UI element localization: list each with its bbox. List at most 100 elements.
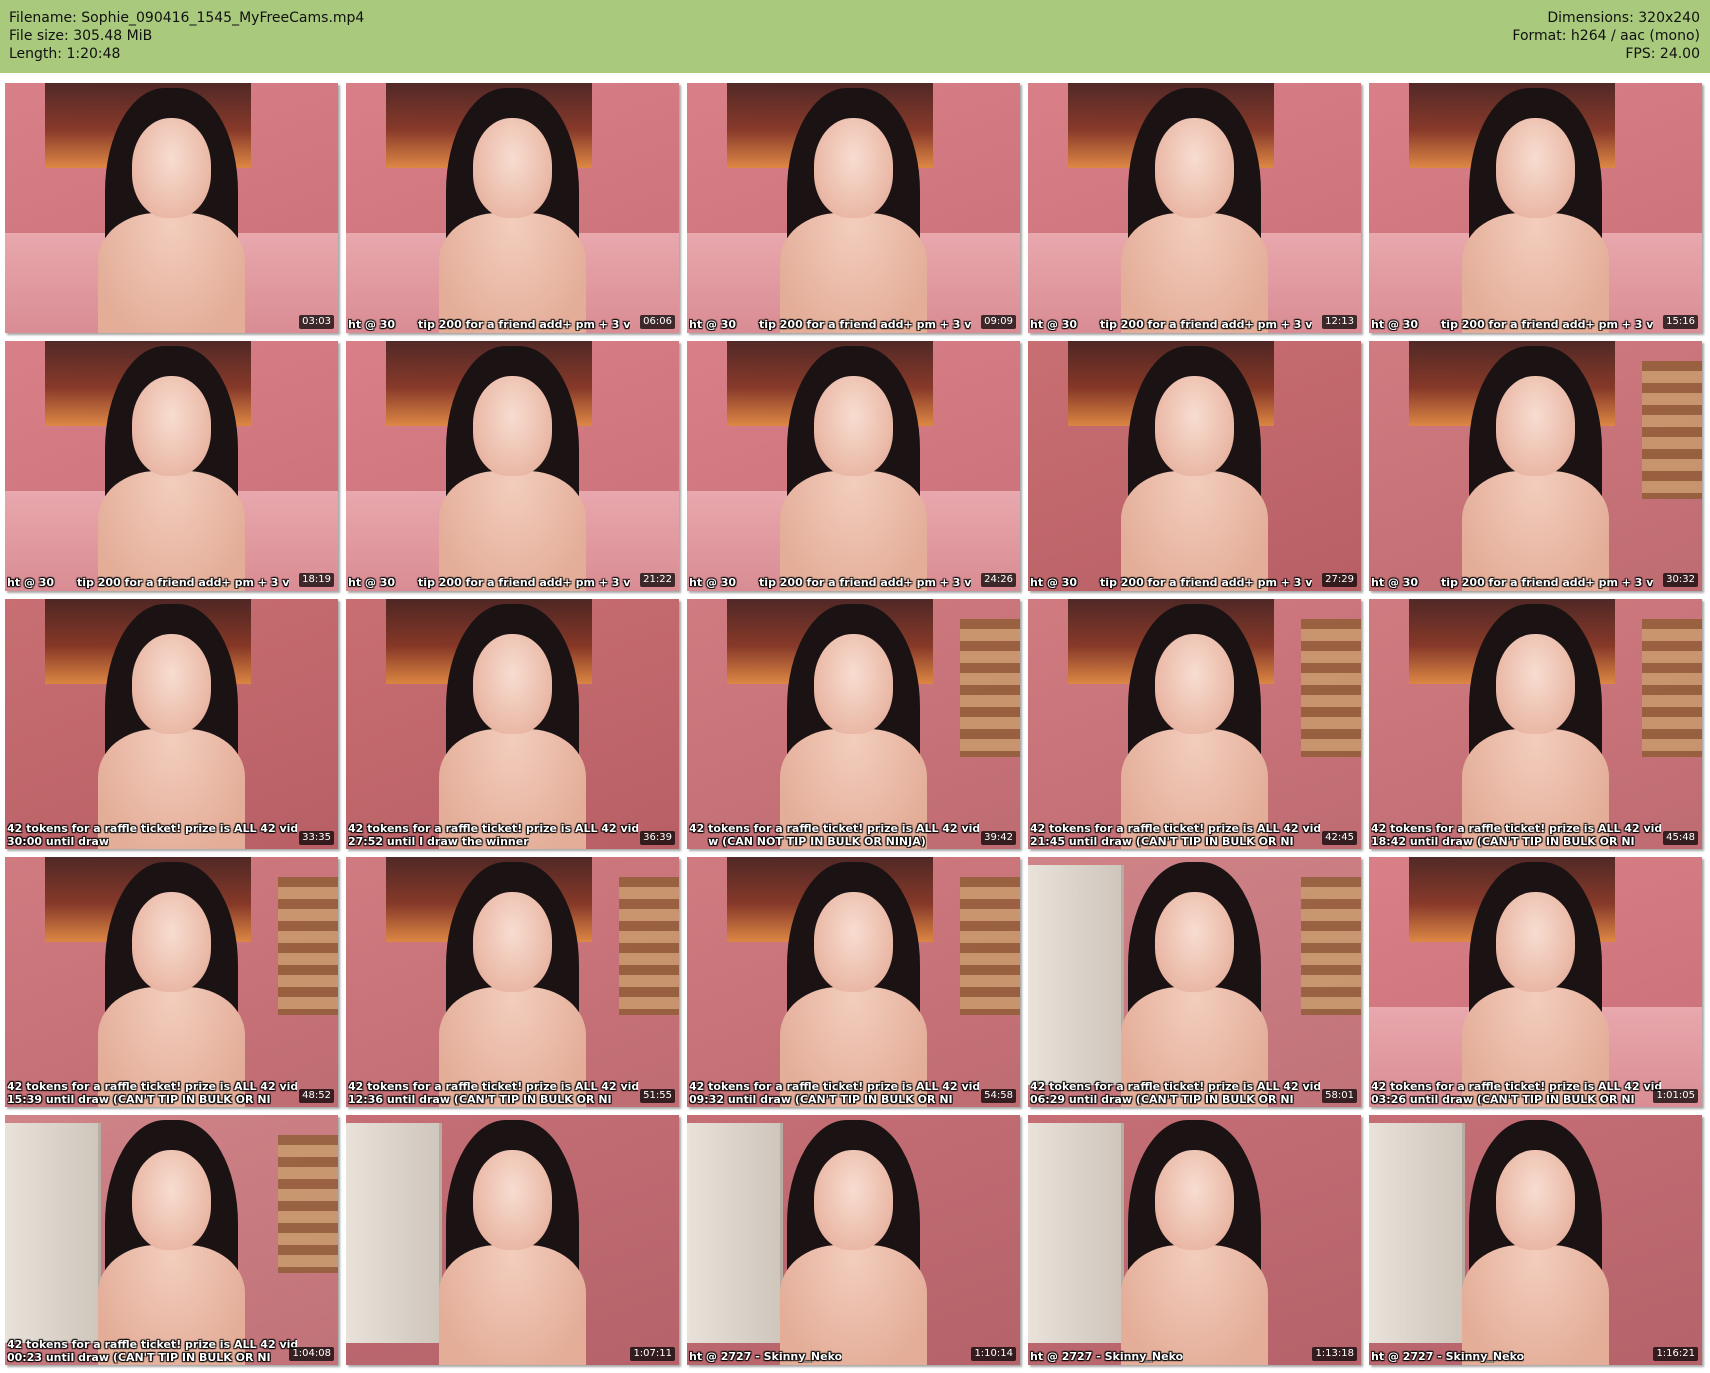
overlay-text: 42 tokens for a raffle ticket! prize is … [689,822,979,835]
person-face [1495,1150,1576,1250]
video-thumbnail[interactable]: 42 tokens for a raffle ticket! prize is … [1369,857,1702,1107]
bookshelf [278,877,338,1015]
overlay-text: ht @ 30 tip 200 for a friend add+ pm + 3… [1371,576,1654,589]
filesize-label: File size: 305.48 MiB [9,28,153,44]
thumbnail-image [346,341,679,591]
timestamp-badge: 33:35 [299,831,334,845]
video-thumbnail[interactable]: ht @ 30 tip 200 for a friend add+ pm + 3… [346,83,679,333]
person-body [780,1245,927,1365]
video-thumbnail[interactable]: ht @ 30 tip 200 for a friend add+ pm + 3… [1369,341,1702,591]
timestamp-badge: 18:19 [299,573,334,587]
video-thumbnail[interactable]: ht @ 2727 - Skinny_Neko 1:16:21 [1369,1115,1702,1365]
door [1369,1122,1466,1343]
video-thumbnail[interactable]: 42 tokens for a raffle ticket! prize is … [346,599,679,849]
overlay-countdown: 15:39 until draw (CAN'T TIP IN BULK OR N… [7,1093,271,1106]
bookshelf [960,619,1020,757]
video-thumbnail[interactable]: 42 tokens for a raffle ticket! prize is … [5,1115,338,1365]
timestamp-badge: 1:04:08 [289,1347,334,1361]
video-thumbnail[interactable]: 42 tokens for a raffle ticket! prize is … [1028,599,1361,849]
overlay-countdown: 06:29 until draw (CAN'T TIP IN BULK OR N… [1030,1093,1294,1106]
video-thumbnail[interactable]: ht @ 2727 - Skinny_Neko 1:13:18 [1028,1115,1361,1365]
overlay-text: 42 tokens for a raffle ticket! prize is … [7,1338,297,1351]
door [5,1122,102,1343]
thumbnail-image [1369,341,1702,591]
overlay-text: ht @ 30 tip 200 for a friend add+ pm + 3… [1371,318,1654,331]
person-face [1495,892,1576,992]
person-face [1154,892,1235,992]
person-face [472,118,553,218]
overlay-countdown: 09:32 until draw (CAN'T TIP IN BULK OR N… [689,1093,953,1106]
timestamp-badge: 12:13 [1322,315,1357,329]
person-face [131,1150,212,1250]
timestamp-badge: 06:06 [640,315,675,329]
bookshelf [278,1135,338,1273]
thumbnail-grid: 03:03 ht @ 30 tip 200 for a friend add+ p… [5,83,1702,1365]
info-header: Filename: Sophie_090416_1545_MyFreeCams.… [0,0,1710,73]
video-thumbnail[interactable]: ht @ 30 tip 200 for a friend add+ pm + 3… [1369,83,1702,333]
video-thumbnail[interactable]: ht @ 30 tip 200 for a friend add+ pm + 3… [1028,341,1361,591]
timestamp-badge: 1:10:14 [971,1347,1016,1361]
overlay-text: ht @ 2727 - Skinny_Neko [1030,1350,1184,1363]
thumbnail-image [5,1115,338,1365]
timestamp-badge: 54:58 [981,1089,1016,1103]
thumbnail-image [346,599,679,849]
timestamp-badge: 45:48 [1663,831,1698,845]
video-thumbnail[interactable]: 42 tokens for a raffle ticket! prize is … [687,857,1020,1107]
person-face [131,118,212,218]
person-body [439,1245,586,1365]
thumbnail-image [1369,857,1702,1107]
timestamp-badge: 27:29 [1322,573,1357,587]
person-body [1121,213,1268,333]
timestamp-badge: 1:13:18 [1312,1347,1357,1361]
person-body [780,213,927,333]
bookshelf [1642,361,1702,499]
door [1028,1122,1125,1343]
format-info: Dimensions: 320x240 Format: h264 / aac (… [1512,9,1700,63]
person-face [472,376,553,476]
video-thumbnail[interactable]: ht @ 30 tip 200 for a friend add+ pm + 3… [687,341,1020,591]
thumbnail-image [346,83,679,333]
thumbnail-image [1369,1115,1702,1365]
fps-label: FPS: 24.00 [1625,46,1700,62]
overlay-text: 42 tokens for a raffle ticket! prize is … [7,822,297,835]
video-thumbnail[interactable]: ht @ 30 tip 200 for a friend add+ pm + 3… [346,341,679,591]
overlay-text: 42 tokens for a raffle ticket! prize is … [1371,822,1661,835]
overlay-text: ht @ 30 tip 200 for a friend add+ pm + 3… [1030,576,1313,589]
bookshelf [1642,619,1702,757]
video-thumbnail[interactable]: 42 tokens for a raffle ticket! prize is … [687,599,1020,849]
thumbnail-image [687,599,1020,849]
thumbnail-image [1028,83,1361,333]
person-face [131,892,212,992]
thumbnail-image [1028,857,1361,1107]
video-thumbnail[interactable]: 42 tokens for a raffle ticket! prize is … [346,857,679,1107]
thumbnail-image [346,1115,679,1365]
timestamp-badge: 21:22 [640,573,675,587]
overlay-text: ht @ 30 tip 200 for a friend add+ pm + 3… [1030,318,1313,331]
overlay-countdown: w (CAN NOT TIP IN BULK OR NINJA) [689,835,926,848]
timestamp-badge: 1:16:21 [1653,1347,1698,1361]
video-thumbnail[interactable]: 03:03 [5,83,338,333]
person-face [131,376,212,476]
video-thumbnail[interactable]: 42 tokens for a raffle ticket! prize is … [5,599,338,849]
person-body [439,213,586,333]
person-face [813,376,894,476]
thumbnail-image [1028,599,1361,849]
door [346,1122,443,1343]
thumbnail-image [346,857,679,1107]
video-thumbnail[interactable]: 1:07:11 [346,1115,679,1365]
timestamp-badge: 36:39 [640,831,675,845]
person-face [813,1150,894,1250]
video-thumbnail[interactable]: 42 tokens for a raffle ticket! prize is … [1369,599,1702,849]
video-thumbnail[interactable]: ht @ 30 tip 200 for a friend add+ pm + 3… [1028,83,1361,333]
bookshelf [1301,619,1361,757]
overlay-text: ht @ 2727 - Skinny_Neko [1371,1350,1525,1363]
video-thumbnail[interactable]: 42 tokens for a raffle ticket! prize is … [5,857,338,1107]
person-face [1495,118,1576,218]
video-thumbnail[interactable]: ht @ 30 tip 200 for a friend add+ pm + 3… [687,83,1020,333]
overlay-text: ht @ 30 tip 200 for a friend add+ pm + 3… [348,576,631,589]
video-thumbnail[interactable]: ht @ 30 tip 200 for a friend add+ pm + 3… [5,341,338,591]
bookshelf [1301,877,1361,1015]
thumbnail-image [1369,83,1702,333]
video-thumbnail[interactable]: ht @ 2727 - Skinny_Neko 1:10:14 [687,1115,1020,1365]
video-thumbnail[interactable]: 42 tokens for a raffle ticket! prize is … [1028,857,1361,1107]
